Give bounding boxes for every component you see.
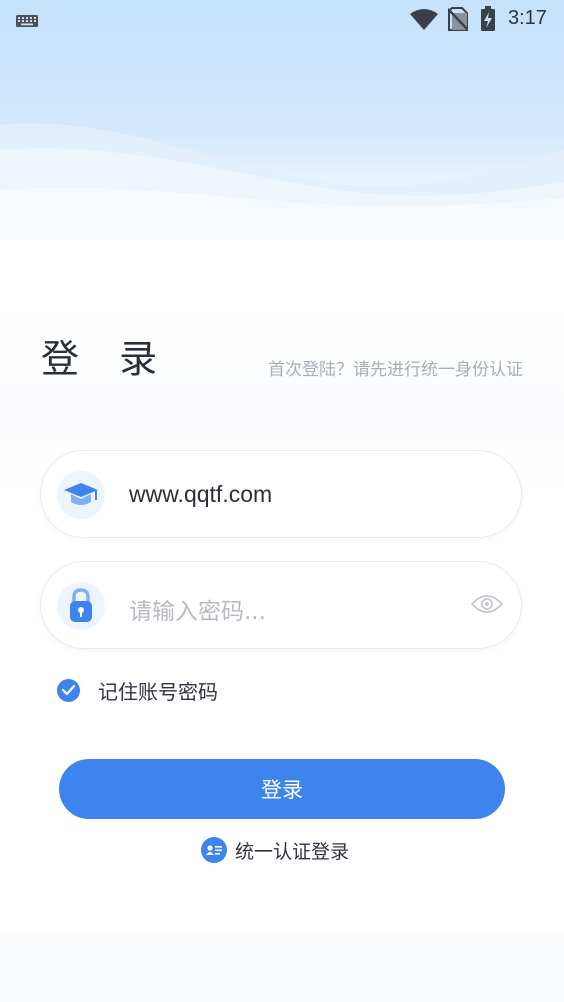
unified-login-label: 统一认证登录 (235, 840, 350, 863)
battery-charging-icon (480, 6, 496, 36)
password-input[interactable]: 请输入密码... (129, 592, 266, 626)
keyboard-icon (16, 12, 38, 31)
status-bar: 3:17 (0, 0, 564, 38)
id-card-icon (201, 837, 227, 863)
password-field[interactable]: 请输入密码... (40, 561, 522, 649)
no-sim-icon (447, 7, 469, 35)
check-icon[interactable] (57, 678, 80, 702)
username-field[interactable]: www.qqtf.com (40, 450, 522, 538)
first-login-link[interactable]: 首次登陆？请先进行统一身份认证 (268, 355, 523, 380)
login-button[interactable]: 登录 (59, 759, 505, 819)
eye-icon[interactable] (470, 594, 504, 618)
page-title: 登 录 (41, 337, 172, 381)
wifi-icon (410, 8, 438, 34)
lock-icon (57, 582, 105, 630)
graduation-cap-icon (57, 471, 105, 519)
username-value: www.qqtf.com (129, 481, 273, 507)
remember-checkbox[interactable]: 记住账号密码 (57, 677, 218, 704)
status-time: 3:17 (508, 7, 547, 29)
footer-band (0, 935, 564, 1002)
remember-label: 记住账号密码 (98, 679, 218, 704)
unified-login-button[interactable]: 统一认证登录 (201, 836, 349, 864)
